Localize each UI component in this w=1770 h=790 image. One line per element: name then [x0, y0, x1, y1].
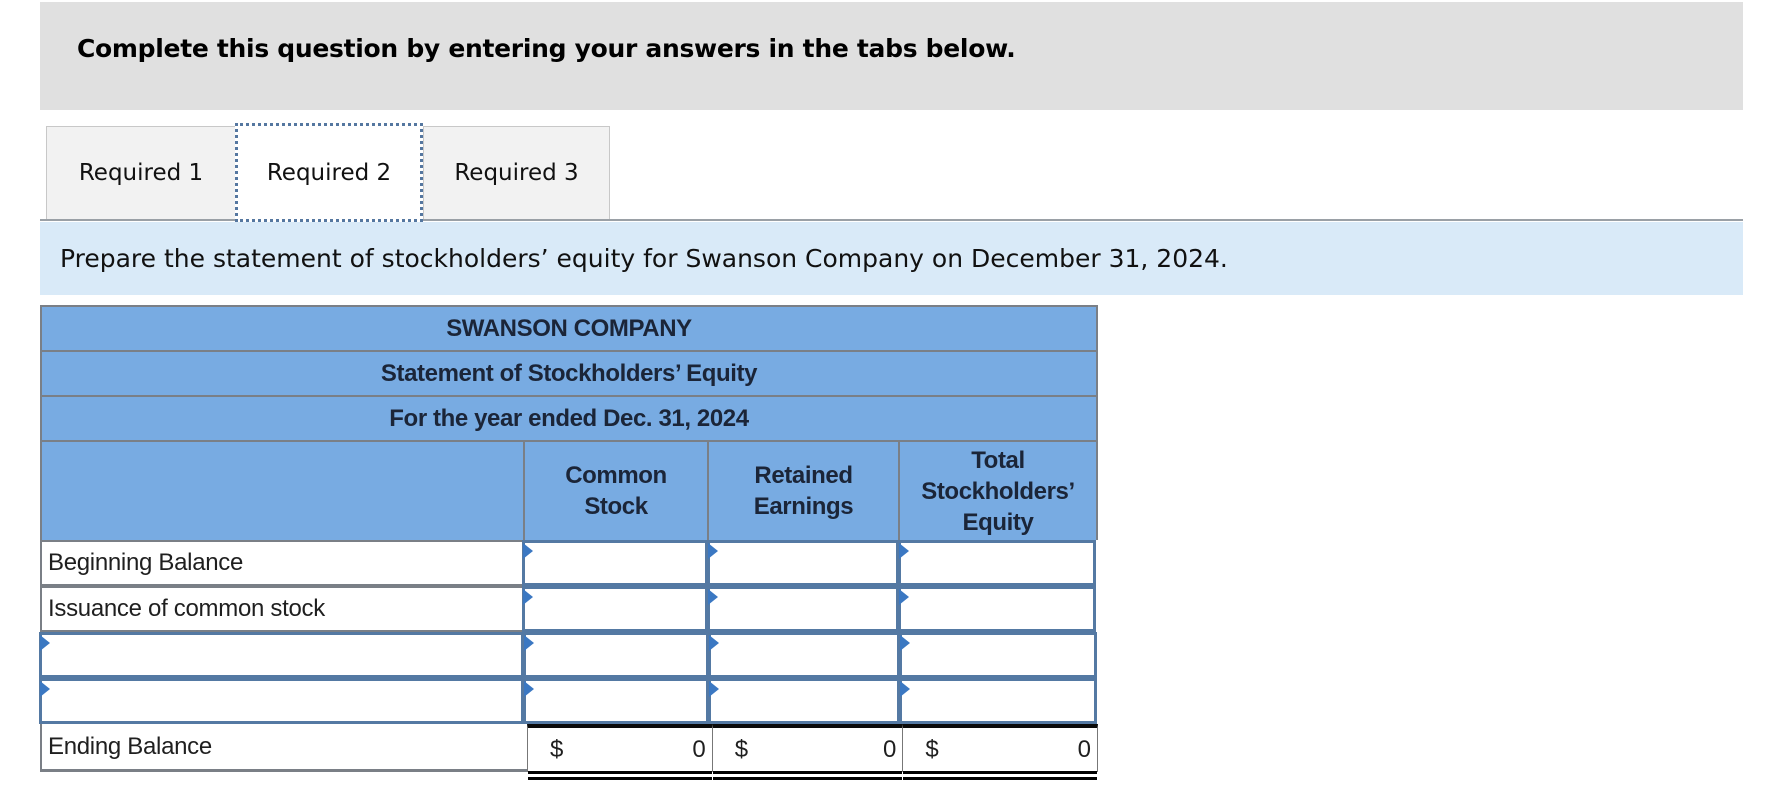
total-equity-input[interactable] — [899, 632, 1097, 678]
ending-total-equity-value: 0 — [1077, 736, 1091, 763]
retained-earnings-input[interactable] — [707, 540, 899, 586]
row-label-field[interactable] — [42, 681, 521, 721]
ending-retained-earnings: $ 0 — [711, 724, 903, 780]
tab-bar: Required 1 Required 2 Required 3 — [40, 120, 1743, 222]
currency-symbol: $ — [550, 736, 564, 763]
column-header-retained-earnings: Retained Earnings — [707, 442, 898, 540]
currency-symbol: $ — [925, 736, 939, 763]
currency-symbol: $ — [734, 736, 749, 763]
ending-balance-label: Ending Balance — [40, 724, 528, 772]
input-flag-icon — [40, 635, 50, 651]
input-flag-icon — [899, 543, 909, 559]
input-flag-icon — [523, 589, 533, 605]
row-label: Issuance of common stock — [40, 586, 523, 632]
total-equity-input[interactable] — [899, 678, 1097, 724]
instruction-text: Prepare the statement of stockholders’ e… — [60, 244, 1228, 273]
total-equity-field[interactable] — [902, 635, 1094, 675]
input-flag-icon — [900, 681, 910, 697]
common-stock-field[interactable] — [525, 543, 705, 583]
ending-common-stock-value: 0 — [692, 736, 706, 763]
retained-earnings-field[interactable] — [710, 589, 896, 629]
ending-total-equity: $ 0 — [902, 724, 1098, 780]
total-equity-input[interactable] — [898, 540, 1096, 586]
table-row — [39, 678, 1098, 724]
instruction-bar: Prepare the statement of stockholders’ e… — [40, 222, 1743, 295]
input-flag-icon — [708, 543, 718, 559]
retained-earnings-input[interactable] — [708, 678, 900, 724]
column-header-total-equity: Total Stockholders’ Equity — [898, 442, 1096, 540]
input-flag-icon — [899, 589, 909, 605]
retained-earnings-field[interactable] — [711, 635, 897, 675]
row-label-field[interactable] — [42, 635, 521, 675]
tab-required-1[interactable]: Required 1 — [46, 126, 236, 219]
input-flag-icon — [523, 543, 533, 559]
ending-retained-earnings-value: 0 — [883, 736, 897, 763]
column-header-row: Common Stock Retained Earnings Total Stockh… — [40, 440, 1098, 540]
column-header-blank — [42, 442, 523, 540]
table-row: Beginning Balance — [40, 540, 1098, 586]
input-flag-icon — [709, 635, 719, 651]
retained-earnings-input[interactable] — [707, 586, 899, 632]
common-stock-input[interactable] — [522, 586, 708, 632]
input-flag-icon — [900, 635, 910, 651]
retained-earnings-field[interactable] — [710, 543, 896, 583]
company-name: SWANSON COMPANY — [40, 305, 1098, 350]
tab-required-3[interactable]: Required 3 — [423, 126, 610, 219]
table-row — [39, 632, 1098, 678]
ending-common-stock: $ 0 — [527, 724, 712, 780]
statement-period: For the year ended Dec. 31, 2024 — [40, 395, 1098, 440]
row-label-input[interactable] — [39, 678, 524, 724]
common-stock-field[interactable] — [526, 681, 706, 721]
input-flag-icon — [524, 635, 534, 651]
total-equity-input[interactable] — [898, 586, 1096, 632]
statement-title: Statement of Stockholders’ Equity — [40, 350, 1098, 395]
common-stock-input[interactable] — [522, 540, 708, 586]
common-stock-field[interactable] — [525, 589, 705, 629]
question-banner: Complete this question by entering your … — [40, 2, 1743, 110]
input-flag-icon — [524, 681, 534, 697]
row-label: Beginning Balance — [40, 540, 523, 586]
row-label-input[interactable] — [39, 632, 524, 678]
retained-earnings-field[interactable] — [711, 681, 897, 721]
common-stock-input[interactable] — [523, 678, 709, 724]
input-flag-icon — [708, 589, 718, 605]
ending-balance-row: Ending Balance $ 0 $ 0 $ 0 — [40, 724, 1098, 780]
column-header-common-stock: Common Stock — [523, 442, 707, 540]
retained-earnings-input[interactable] — [708, 632, 900, 678]
banner-text: Complete this question by entering your … — [77, 34, 1016, 63]
table-row: Issuance of common stock — [40, 586, 1098, 632]
common-stock-field[interactable] — [526, 635, 706, 675]
total-equity-field[interactable] — [901, 589, 1093, 629]
total-equity-field[interactable] — [901, 543, 1093, 583]
stockholders-equity-statement: SWANSON COMPANY Statement of Stockholder… — [39, 305, 1098, 780]
input-flag-icon — [709, 681, 719, 697]
tab-required-2[interactable]: Required 2 — [235, 123, 423, 222]
input-flag-icon — [40, 681, 50, 697]
common-stock-input[interactable] — [523, 632, 709, 678]
total-equity-field[interactable] — [902, 681, 1094, 721]
